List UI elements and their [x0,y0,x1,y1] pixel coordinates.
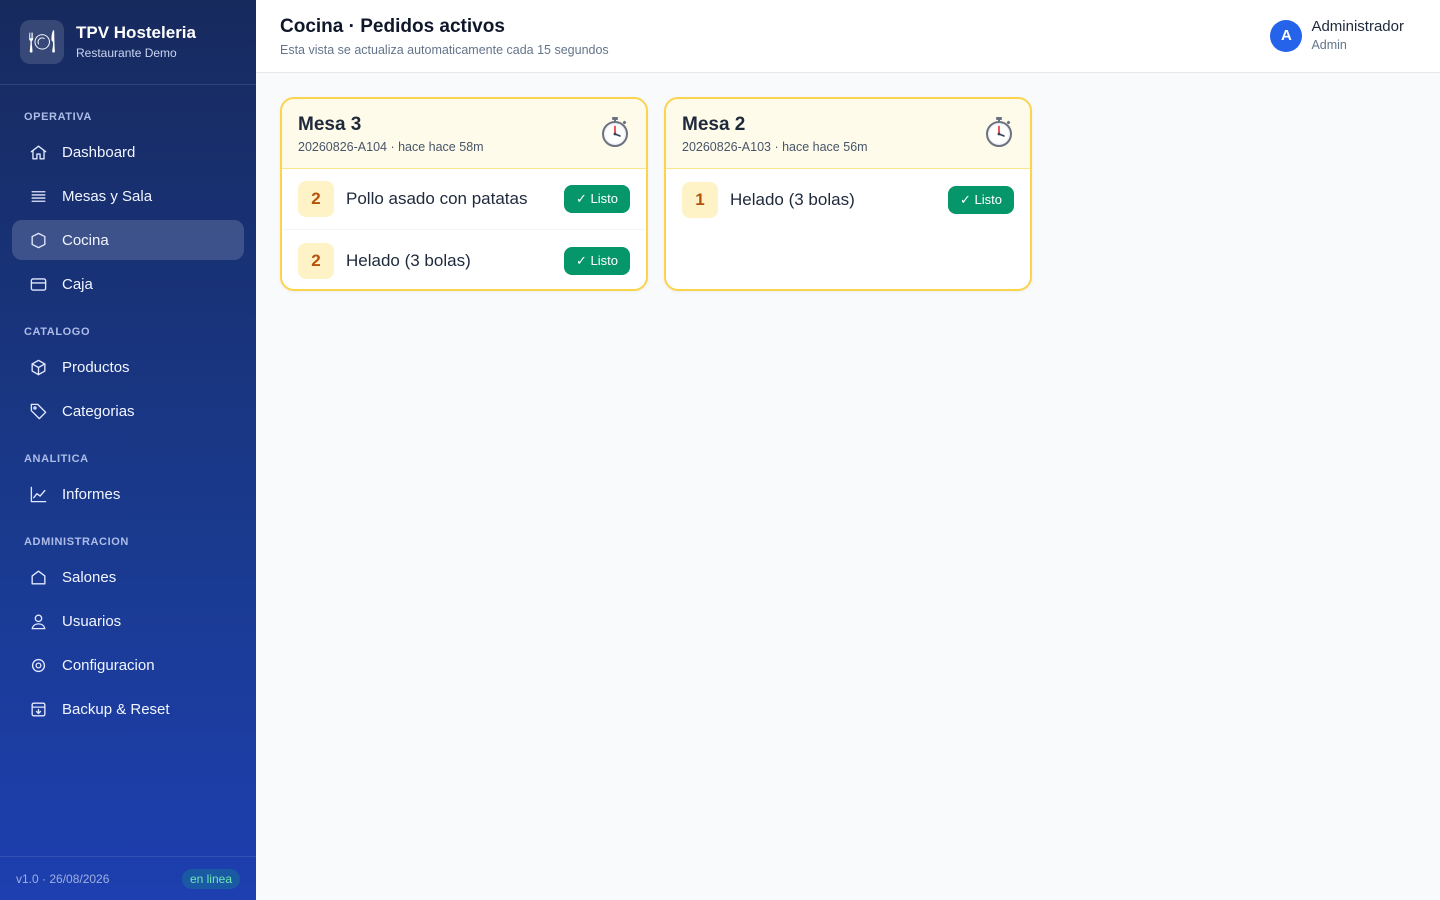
sidebar-item-salones[interactable]: Salones [12,557,244,597]
page-subtitle: Esta vista se actualiza automaticamente … [280,43,609,57]
user-name: Administrador [1311,18,1404,35]
tag-icon [28,401,48,421]
sidebar-item-usuarios[interactable]: Usuarios [12,601,244,641]
sidebar-item-categorias[interactable]: Categorias [12,391,244,431]
order-table: Mesa 2 [682,114,746,135]
order-card-header: Mesa 3 20260826-A104 · hace hace 58m [282,99,646,169]
ready-button[interactable]: ✓ Listo [564,246,630,275]
ready-button[interactable]: ✓ Listo [948,185,1014,214]
item-name: Pollo asado con patatas [346,189,528,208]
order-item: 2 Helado (3 bolas) ✓ Listo [282,230,646,289]
chart-icon [28,484,48,504]
status-badge: en linea [181,868,240,889]
sidebar-item-label: Productos [62,358,130,376]
sidebar-item-productos[interactable]: Productos [12,347,244,387]
avatar[interactable]: A [1270,19,1303,52]
sidebar-item-label: Salones [62,568,117,586]
order-item: 2 Pollo asado con patatas ✓ Listo [282,169,646,230]
stopwatch-icon [602,117,628,147]
user-role: Admin [1311,38,1347,52]
sidebar-item-label: Usuarios [62,612,122,630]
shield-icon [28,230,48,250]
plate-icon: 🍽 [20,20,64,64]
box-icon [28,357,48,377]
order-table: Mesa 3 [298,114,362,135]
sidebar-item-dashboard[interactable]: Dashboard [12,132,244,172]
nav-section-administracion: ADMINISTRACION [24,536,129,548]
gear-icon [28,655,48,675]
house-icon [28,567,48,587]
order-meta: 20260826-A104 · hace hace 58m [298,140,484,154]
order-card-header: Mesa 2 20260826-A103 · hace hace 56m [666,99,1030,169]
order-meta: 20260826-A103 · hace hace 56m [682,140,868,154]
sidebar-item-caja[interactable]: Caja [12,264,244,304]
order-card: Mesa 3 20260826-A104 · hace hace 58m 2 P… [280,97,648,291]
sidebar-item-cocina[interactable]: Cocina [12,220,244,260]
app-version: v1.0 · 26/08/2026 [16,871,110,886]
page-title: Cocina · Pedidos activos [280,16,505,37]
brand-subtitle: Restaurante Demo [76,46,177,60]
nav-section-catalogo: CATALOGO [24,326,91,338]
sidebar-footer: v1.0 · 26/08/2026 en linea [0,856,256,900]
user-icon [28,611,48,631]
order-card: Mesa 2 20260826-A103 · hace hace 56m 1 H… [664,97,1032,291]
order-item: 1 Helado (3 bolas) ✓ Listo [666,169,1030,230]
item-name: Helado (3 bolas) [730,189,855,209]
user-menu[interactable]: A Administrador Admin [1270,18,1404,53]
sidebar-item-label: Categorias [62,402,135,420]
brand-title: TPV Hosteleria [76,23,196,42]
item-quantity: 2 [298,181,334,217]
item-quantity: 2 [298,242,334,279]
sidebar-item-label: Configuracion [62,656,155,674]
list-icon [28,186,48,206]
sidebar-item-label: Mesas y Sala [62,187,153,205]
top-header: Cocina · Pedidos activos Esta vista se a… [256,0,1440,73]
sidebar-item-label: Backup & Reset [62,700,170,718]
nav-section-analitica: ANALITICA [24,453,89,465]
ready-button[interactable]: ✓ Listo [564,185,630,213]
sidebar-item-label: Dashboard [62,143,136,161]
sidebar-item-mesas-y-sala[interactable]: Mesas y Sala [12,176,244,216]
archive-icon [28,699,48,719]
sidebar-item-label: Informes [62,485,121,503]
stopwatch-icon [986,117,1012,147]
sidebar-item-label: Cocina [62,231,109,249]
sidebar-item-informes[interactable]: Informes [12,474,244,514]
sidebar-item-label: Caja [62,275,93,293]
nav-section-operativa: OPERATIVA [24,111,92,123]
sidebar-item-configuracion[interactable]: Configuracion [12,645,244,685]
item-quantity: 1 [682,181,718,218]
brand: 🍽 TPV Hosteleria Restaurante Demo [0,0,256,85]
sidebar-item-backup-reset[interactable]: Backup & Reset [12,689,244,729]
sidebar: 🍽 TPV Hosteleria Restaurante Demo OPERAT… [0,0,256,900]
item-name: Helado (3 bolas) [346,250,471,270]
card-icon [28,274,48,294]
home-icon [28,142,48,162]
